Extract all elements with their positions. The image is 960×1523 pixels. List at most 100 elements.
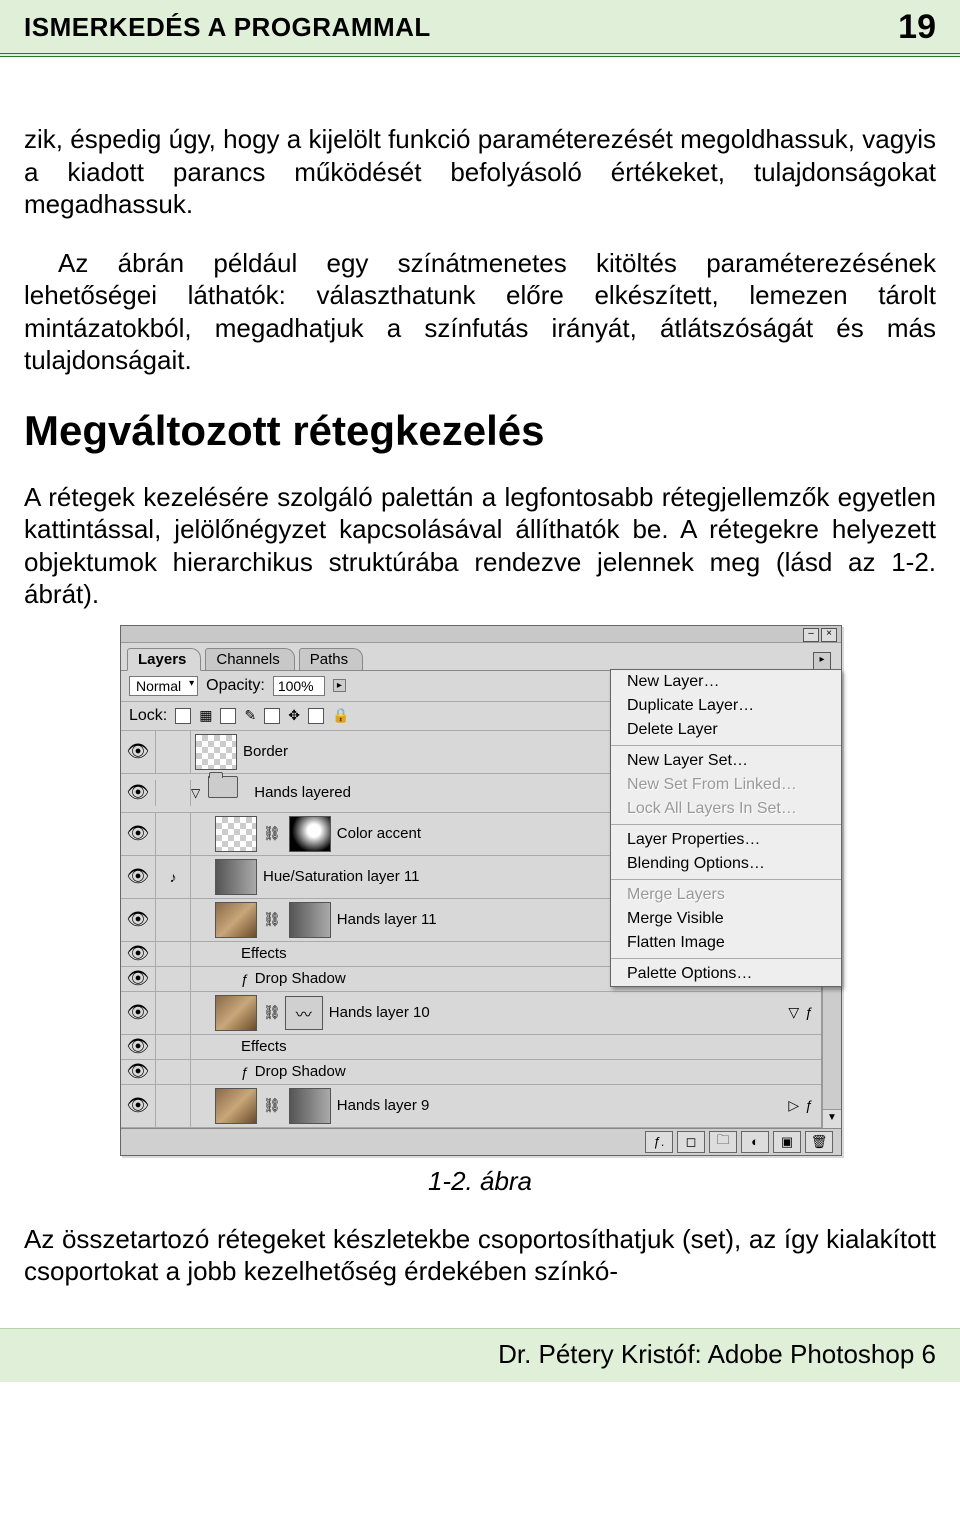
page-header: ISMERKEDÉS A PROGRAMMAL 19 [0, 0, 960, 57]
layer-row-effects-2[interactable]: 👁 Effects [121, 1035, 821, 1060]
menu-delete-layer[interactable]: Delete Layer [611, 718, 841, 742]
blend-mode-select[interactable]: Normal [129, 676, 198, 696]
menu-new-layer-set[interactable]: New Layer Set… [611, 749, 841, 773]
scroll-down-icon[interactable]: ▼ [823, 1109, 841, 1128]
visibility-icon[interactable]: 👁 [121, 731, 156, 773]
link-col[interactable] [156, 1060, 191, 1084]
palette-titlebar[interactable]: – × [121, 626, 841, 643]
visibility-icon[interactable]: 👁 [121, 942, 156, 966]
menu-separator [611, 879, 841, 880]
link-col[interactable] [156, 780, 191, 806]
layer-name: Hands layer 9 [337, 1097, 789, 1114]
menu-palette-opts[interactable]: Palette Options… [611, 962, 841, 986]
mask-thumb [289, 1088, 331, 1124]
visibility-icon[interactable]: 👁 [121, 992, 156, 1034]
visibility-icon[interactable]: 👁 [121, 899, 156, 941]
disclosure-icon[interactable]: ▽ [788, 1004, 799, 1021]
adjustment-button[interactable]: ◐ [741, 1131, 769, 1153]
layer-row-dropshadow-2[interactable]: 👁 ƒ Drop Shadow [121, 1060, 821, 1085]
menu-flatten[interactable]: Flatten Image [611, 931, 841, 955]
menu-blending-opts[interactable]: Blending Options… [611, 852, 841, 876]
link-col[interactable] [156, 731, 191, 773]
palette-tabs: Layers Channels Paths ▸ [121, 643, 841, 671]
visibility-icon[interactable]: 👁 [121, 856, 156, 898]
layer-name: Hands layer 10 [329, 1004, 789, 1021]
menu-separator [611, 958, 841, 959]
menu-merge-layers: Merge Layers [611, 883, 841, 907]
link-col[interactable] [156, 899, 191, 941]
lock-label: Lock: [129, 707, 167, 725]
close-icon[interactable]: × [821, 628, 837, 642]
layer-row-hands9[interactable]: 👁 ⛓ Hands layer 9 ▷ ƒ [121, 1085, 821, 1128]
link-col[interactable] [156, 1085, 191, 1127]
new-set-button[interactable]: 🗀 [709, 1131, 737, 1153]
palette-bottom-bar: ƒ. ◻ 🗀 ◐ ▣ 🗑 [121, 1128, 841, 1155]
fx-icon: ƒ [805, 1004, 813, 1021]
link-col[interactable] [156, 1035, 191, 1059]
lock-position-checkbox[interactable] [264, 708, 280, 724]
opacity-arrow-icon[interactable]: ▸ [333, 679, 346, 692]
menu-layer-props[interactable]: Layer Properties… [611, 828, 841, 852]
tab-paths[interactable]: Paths [299, 648, 363, 670]
body-p1: zik, éspedig úgy, hogy a kijelölt funkci… [24, 123, 936, 221]
folder-icon [208, 776, 248, 810]
effect-name: Drop Shadow [255, 1063, 346, 1080]
menu-new-layer[interactable]: New Layer… [611, 670, 841, 694]
mask-button[interactable]: ◻ [677, 1131, 705, 1153]
fx-button[interactable]: ƒ. [645, 1131, 673, 1153]
link-col[interactable] [156, 992, 191, 1034]
disclosure-icon[interactable]: ▽ [191, 786, 200, 800]
mask-thumb: 〰 [285, 996, 323, 1030]
link-col[interactable] [156, 942, 191, 966]
page-number: 19 [898, 8, 936, 47]
effect-name: Drop Shadow [255, 970, 346, 987]
fx-icon: ƒ [241, 971, 249, 987]
menu-separator [611, 824, 841, 825]
link-icon: ⛓ [263, 825, 281, 842]
layer-thumb [215, 816, 257, 852]
link-icon: ⛓ [263, 1097, 281, 1114]
figure-caption: 1-2. ábra [24, 1166, 936, 1197]
minimize-icon[interactable]: – [803, 628, 819, 642]
visibility-icon[interactable]: 👁 [121, 1085, 156, 1127]
link-col[interactable]: ♪ [156, 856, 191, 898]
link-col[interactable] [156, 813, 191, 855]
mask-thumb [289, 816, 331, 852]
body-p4: Az összetartozó rétegeket készletekbe cs… [24, 1223, 936, 1288]
lock-transparency-checkbox[interactable] [175, 708, 191, 724]
link-col[interactable] [156, 967, 191, 991]
disclosure-icon[interactable]: ▷ [788, 1097, 799, 1114]
link-icon: ♪ [170, 869, 177, 885]
new-layer-button[interactable]: ▣ [773, 1131, 801, 1153]
effects-label: Effects [241, 1038, 287, 1055]
visibility-icon[interactable]: 👁 [121, 813, 156, 855]
trash-button[interactable]: 🗑 [805, 1131, 833, 1153]
lock-image-checkbox[interactable] [220, 708, 236, 724]
lock-icon: 🔒 [332, 707, 349, 724]
body-p3: A rétegek kezelésére szolgáló palettán a… [24, 481, 936, 611]
visibility-icon[interactable]: 👁 [121, 1035, 156, 1059]
opacity-field[interactable]: 100% [273, 676, 325, 696]
lock-all-checkbox[interactable] [308, 708, 324, 724]
tab-channels[interactable]: Channels [205, 648, 294, 670]
link-icon: ⛓ [263, 911, 281, 928]
menu-duplicate-layer[interactable]: Duplicate Layer… [611, 694, 841, 718]
menu-merge-visible[interactable]: Merge Visible [611, 907, 841, 931]
adjustment-thumb [215, 859, 257, 895]
layer-thumb [215, 1088, 257, 1124]
layer-thumb [215, 902, 257, 938]
visibility-icon[interactable]: 👁 [121, 967, 156, 991]
visibility-icon[interactable]: 👁 [121, 780, 156, 806]
layer-row-hands10[interactable]: 👁 ⛓ 〰 Hands layer 10 ▽ ƒ [121, 992, 821, 1035]
tab-layers[interactable]: Layers [127, 648, 201, 671]
layer-thumb [195, 734, 237, 770]
layer-thumb [215, 995, 257, 1031]
chapter-title: ISMERKEDÉS A PROGRAMMAL [24, 12, 431, 43]
palette-menu-icon[interactable]: ▸ [813, 652, 831, 670]
menu-lock-all: Lock All Layers In Set… [611, 797, 841, 821]
move-icon: ✥ [288, 707, 300, 724]
menu-separator [611, 745, 841, 746]
visibility-icon[interactable]: 👁 [121, 1060, 156, 1084]
mask-thumb [289, 902, 331, 938]
brush-icon: ✎ [244, 707, 256, 724]
